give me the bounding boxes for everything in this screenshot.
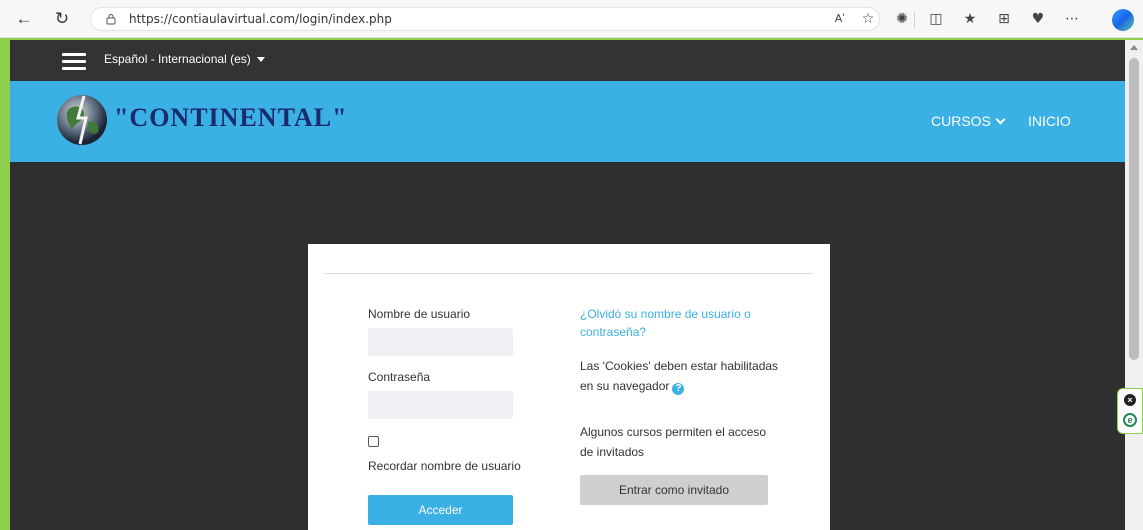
split-screen-icon[interactable]: ◫ xyxy=(926,9,946,29)
favorite-star-icon[interactable]: ☆ xyxy=(858,9,878,29)
refresh-icon[interactable]: ↻ xyxy=(52,9,72,29)
extensions-icon[interactable]: ✺ xyxy=(892,9,912,29)
login-card: Nombre de usuario Contraseña Recordar no… xyxy=(308,244,830,530)
url-text: https://contiaulavirtual.com/login/index… xyxy=(129,12,392,26)
back-arrow-icon[interactable]: ← xyxy=(14,9,34,29)
language-label: Español - Internacional (es) xyxy=(104,52,251,66)
close-icon[interactable]: × xyxy=(1124,394,1136,406)
more-options-icon[interactable]: ⋯ xyxy=(1062,9,1082,29)
cookies-notice: Las 'Cookies' deben estar habilitadas en… xyxy=(580,356,780,396)
login-button[interactable]: Acceder xyxy=(368,495,513,525)
top-navbar: Español - Internacional (es) xyxy=(10,40,1125,81)
side-extension-widget: × e xyxy=(1117,388,1143,434)
scroll-up-arrow-icon[interactable] xyxy=(1130,45,1138,50)
forgot-credentials-link[interactable]: ¿Olvidó su nombre de usuario o contraseñ… xyxy=(580,305,780,341)
page-scrollbar[interactable] xyxy=(1125,40,1143,530)
extension-e-icon[interactable]: e xyxy=(1123,413,1137,427)
guest-login-button[interactable]: Entrar como invitado xyxy=(580,475,768,505)
username-input[interactable] xyxy=(368,328,513,356)
browser-essentials-icon[interactable]: ♥ xyxy=(1028,9,1048,29)
site-logo-text[interactable]: "CONTINENTAL" xyxy=(114,103,348,133)
collections-icon[interactable]: ⊞ xyxy=(994,9,1014,29)
scrollbar-thumb[interactable] xyxy=(1129,58,1139,360)
guest-access-notice: Algunos cursos permiten el acceso de inv… xyxy=(580,425,767,459)
lock-icon xyxy=(106,14,116,25)
copilot-icon[interactable] xyxy=(1112,9,1134,31)
home-label: INICIO xyxy=(1028,113,1071,129)
address-bar[interactable]: https://contiaulavirtual.com/login/index… xyxy=(90,7,880,31)
site-header: "CONTINENTAL" CURSOS INICIO xyxy=(10,81,1125,162)
favorites-list-icon[interactable]: ★ xyxy=(960,9,980,29)
caret-down-icon xyxy=(256,57,265,63)
language-selector[interactable]: Español - Internacional (es) xyxy=(104,52,265,66)
read-aloud-label: Aʹ xyxy=(834,12,846,25)
web-page: Español - Internacional (es) "CONTINENTA… xyxy=(10,40,1125,530)
username-label: Nombre de usuario xyxy=(368,307,471,321)
read-aloud-icon[interactable]: Aʹ xyxy=(830,9,850,29)
password-label: Contraseña xyxy=(368,370,431,384)
home-link[interactable]: INICIO xyxy=(1028,113,1071,129)
globe-logo-icon[interactable] xyxy=(54,92,110,148)
remember-username-checkbox[interactable] xyxy=(368,436,379,447)
remember-username-label: Recordar nombre de usuario xyxy=(368,459,521,473)
chevron-down-icon xyxy=(995,114,1006,125)
toolbar-separator xyxy=(914,12,915,28)
password-input[interactable] xyxy=(368,391,513,419)
courses-menu[interactable]: CURSOS xyxy=(931,113,1006,129)
browser-toolbar: ← ↻ https://contiaulavirtual.com/login/i… xyxy=(0,0,1143,38)
courses-label: CURSOS xyxy=(931,113,991,129)
card-divider xyxy=(324,273,813,274)
hamburger-menu-icon[interactable] xyxy=(62,53,86,71)
help-question-icon[interactable]: ? xyxy=(672,383,685,395)
